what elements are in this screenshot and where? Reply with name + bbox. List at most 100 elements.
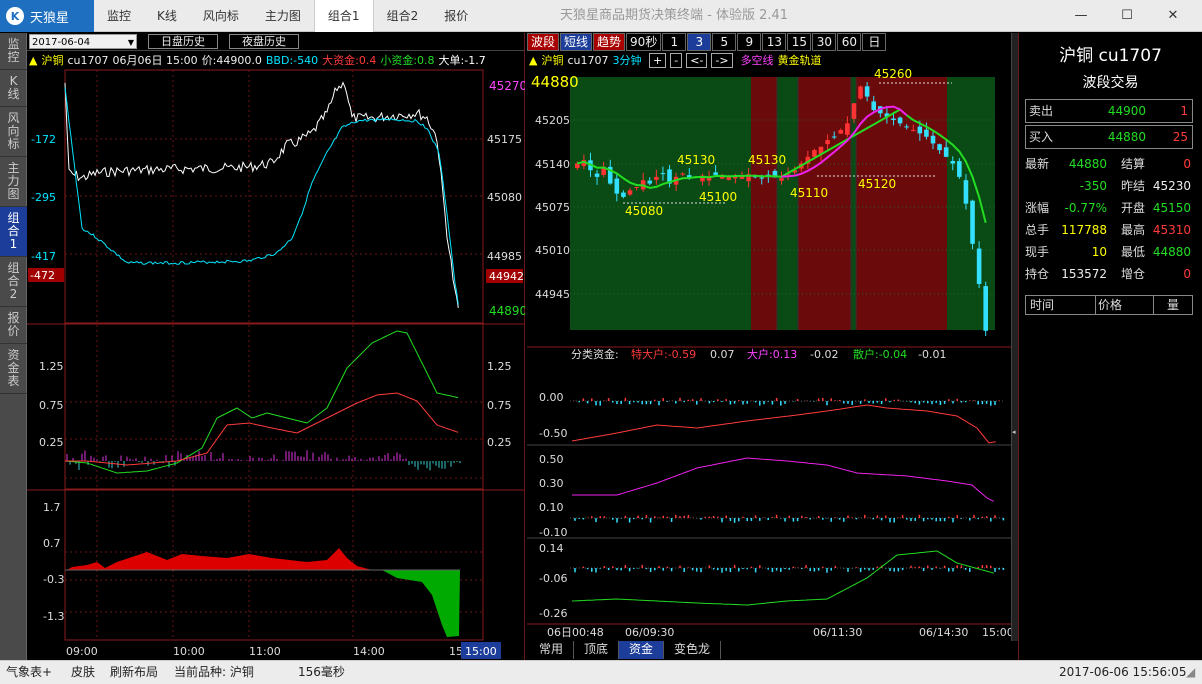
side-tab-3[interactable]: 主力图 xyxy=(0,157,27,207)
time-end: 15:00 xyxy=(465,645,497,658)
candle-body xyxy=(825,140,830,145)
fund-header-san2: -0.01 xyxy=(918,348,946,361)
sell-row[interactable]: 卖出 44900 1 xyxy=(1025,99,1193,123)
candle-body xyxy=(970,200,975,244)
refresh-layout-button[interactable]: 刷新布局 xyxy=(110,661,158,684)
wolf-logo-icon: K xyxy=(6,7,24,25)
resize-grip-icon[interactable]: ◢ xyxy=(1186,661,1195,684)
side-tab-label: 资金表 xyxy=(7,348,20,388)
indicator-tab-1[interactable]: 顶底 xyxy=(574,641,620,659)
side-tab-4[interactable]: 组合1 xyxy=(0,207,27,257)
col-volume[interactable]: 量 xyxy=(1154,296,1192,314)
buy-volume: 25 xyxy=(1172,130,1188,144)
menu-item-2[interactable]: 风向标 xyxy=(190,0,252,32)
col-price[interactable]: 价格 xyxy=(1096,296,1154,314)
candle-body xyxy=(976,248,982,284)
buy-price: 44880 xyxy=(1107,130,1146,144)
menu-item-1[interactable]: K线 xyxy=(144,0,190,32)
big-trader-line xyxy=(571,404,996,444)
fund-line-white xyxy=(64,81,459,308)
candle-body xyxy=(845,123,850,135)
right-chart-area[interactable]: 44880 45205 45140 45075 45010 44945 45260 45130… xyxy=(527,33,1016,660)
quote-subtitle: 波段交易 xyxy=(1082,75,1139,91)
window-controls: — ☐ ✕ xyxy=(1058,0,1196,32)
candle-body xyxy=(575,163,580,169)
indicator-tab-3[interactable]: 变色龙 xyxy=(664,641,722,659)
stat-c: 增仓 xyxy=(1121,267,1146,281)
indicator-right-tick: 0.25 xyxy=(487,436,512,449)
indicator-line-red xyxy=(65,392,459,466)
side-tab-2[interactable]: 风向标 xyxy=(0,107,27,157)
main-bottom-price: 44890 xyxy=(489,304,525,318)
price-annotation: 45080 xyxy=(625,204,663,218)
stat-b: -0.77% xyxy=(1064,201,1107,215)
latency: 156毫秒 xyxy=(298,665,345,679)
main-right-tick: 45175 xyxy=(487,133,522,146)
buy-row[interactable]: 买入 44880 25 xyxy=(1025,125,1193,149)
stat-b: 153572 xyxy=(1061,267,1107,281)
indicator-tab-2[interactable]: 资金 xyxy=(619,641,665,659)
menu-item-3[interactable]: 主力图 xyxy=(252,0,314,32)
stat-b: 10 xyxy=(1091,245,1107,259)
vertical-scrollbar[interactable]: ◂ xyxy=(1011,33,1018,641)
time-tick: 10:00 xyxy=(173,645,205,658)
fund-header-label: 分类资金: xyxy=(571,347,619,361)
weather-table-button[interactable]: 气象表+ xyxy=(6,661,52,684)
bear-zone xyxy=(798,77,851,330)
side-tab-0[interactable]: 监控 xyxy=(0,33,27,70)
side-tab-7[interactable]: 资金表 xyxy=(0,344,27,394)
indicator-left-tick: 1.25 xyxy=(39,360,64,373)
tick-table-header: 时间 价格 量 xyxy=(1025,295,1193,315)
close-icon[interactable]: ✕ xyxy=(1150,0,1196,32)
status-bar: 气象表+ 皮肤 刷新布局 当前品种: 沪铜 156毫秒 2017-06-06 1… xyxy=(0,660,1202,684)
right-panel: 波段 短线 趋势 90秒 1 3 5 9 13 15 30 60 日 ▲ 沪铜 cu1707 3分钟 + - <-… xyxy=(527,33,1016,660)
indicator-right-tick: 1.25 xyxy=(487,360,512,373)
candle-body xyxy=(812,150,817,157)
main-right-tick: 45080 xyxy=(487,191,522,204)
money-area-green xyxy=(382,570,460,637)
candle-body xyxy=(621,192,626,197)
candle-body xyxy=(910,130,916,132)
candle-body xyxy=(634,186,639,188)
fund-tick: 0.50 xyxy=(539,453,564,466)
stat-row: 最新 44880 结算 0 xyxy=(1025,153,1193,175)
menu-item-4[interactable]: 组合1 xyxy=(313,0,374,32)
main-left-tick: -295 xyxy=(31,191,56,204)
stat-a: 现手 xyxy=(1025,245,1050,259)
time-axis-tick: 06/09:30 xyxy=(625,626,674,639)
candle-body xyxy=(759,177,765,179)
skin-button[interactable]: 皮肤 xyxy=(71,661,95,684)
side-tab-1[interactable]: K线 xyxy=(0,70,27,107)
price-y-tick: 45205 xyxy=(535,114,570,127)
stat-row: -350 昨结 45230 xyxy=(1025,175,1193,197)
side-tab-label: 组合1 xyxy=(7,211,20,251)
candle-body xyxy=(858,86,863,99)
fund-tick: -0.50 xyxy=(539,427,567,440)
candle-body xyxy=(891,118,896,120)
menu-item-6[interactable]: 报价 xyxy=(431,0,481,32)
candle-body xyxy=(864,86,870,97)
side-tab-6[interactable]: 报价 xyxy=(0,307,27,344)
stat-a: 持仓 xyxy=(1025,267,1050,281)
stat-row: 总手 117788 最高 45310 xyxy=(1025,219,1193,241)
maximize-icon[interactable]: ☐ xyxy=(1104,0,1150,32)
fund-tick: -0.10 xyxy=(539,526,567,539)
candle-body xyxy=(943,147,949,157)
main-marker-price: 44942 xyxy=(489,270,524,283)
app-logo[interactable]: K 天狼星 xyxy=(0,0,94,32)
side-tab-5[interactable]: 组合2 xyxy=(0,257,27,307)
stat-c: 结算 xyxy=(1121,157,1146,171)
stat-c: 开盘 xyxy=(1121,201,1146,215)
money-tick: 1.7 xyxy=(43,501,61,514)
logo-text: 天狼星 xyxy=(30,10,70,26)
minimize-icon[interactable]: — xyxy=(1058,0,1104,32)
col-time[interactable]: 时间 xyxy=(1026,296,1096,314)
window-title: 天狼星商品期货决策终端 - 体验版 2.41 xyxy=(560,8,789,23)
menu-item-0[interactable]: 监控 xyxy=(94,0,144,32)
menu-item-5[interactable]: 组合2 xyxy=(374,0,432,32)
quote-title: 沪铜 cu1707 xyxy=(1059,46,1162,66)
quote-stats: 最新 44880 结算 0 -350 昨结 45230 涨幅 -0.77% 开盘 45150 总手 11… xyxy=(1025,153,1193,285)
indicator-tab-0[interactable]: 常用 xyxy=(529,641,575,659)
candle-body xyxy=(838,130,844,134)
left-chart-area[interactable]: -172 -295 -417 -472 45175 45080 44985 45270 4494… xyxy=(27,33,525,660)
